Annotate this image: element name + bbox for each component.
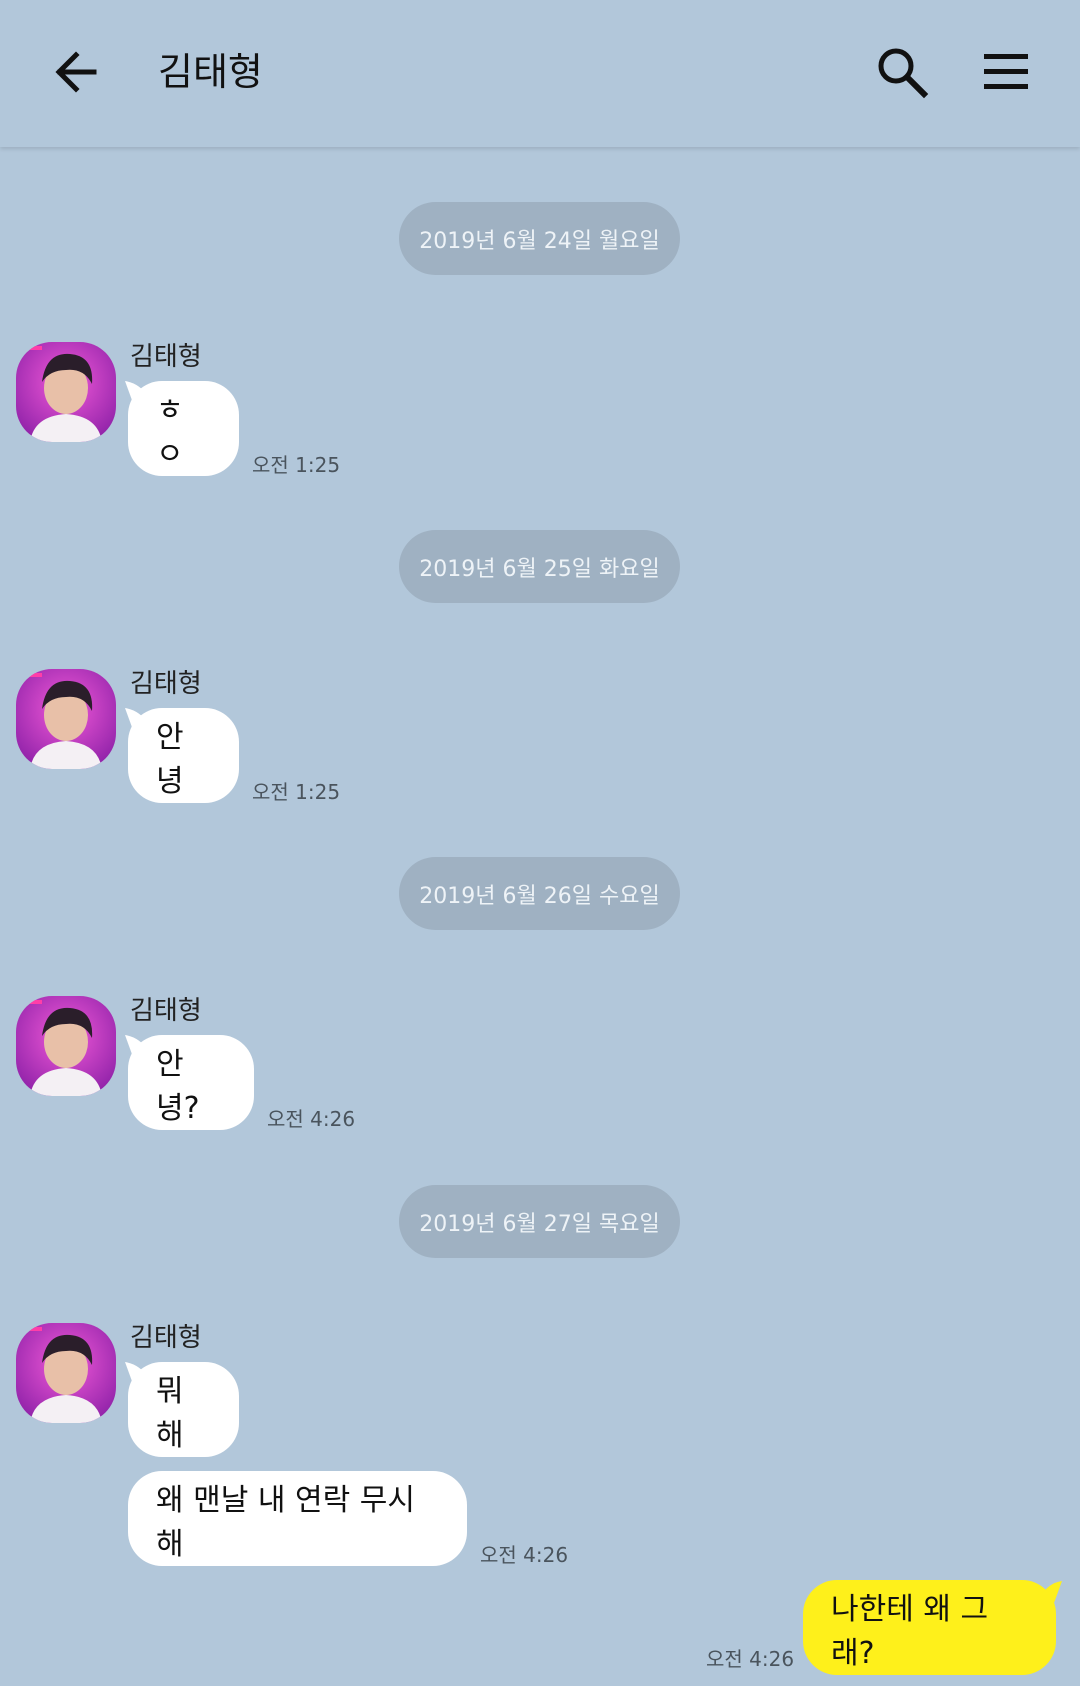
sender-name: 김태형: [130, 669, 202, 699]
message-time: 오전 1:25: [252, 453, 341, 477]
message-bubble[interactable]: 안녕: [128, 708, 239, 803]
avatar[interactable]: [16, 342, 116, 442]
outgoing-message-bubble[interactable]: 나한테 왜 그래?: [803, 1580, 1056, 1675]
hamburger-menu-icon: [984, 54, 1028, 89]
message-bubble[interactable]: 안녕?: [128, 1035, 254, 1130]
date-divider: 2019년 6월 25일 화요일: [399, 530, 680, 603]
message-bubble[interactable]: 왜 맨날 내 연락 무시해: [128, 1471, 467, 1566]
sender-name: 김태형: [130, 996, 202, 1026]
date-divider: 2019년 6월 26일 수요일: [399, 857, 680, 930]
avatar[interactable]: [16, 996, 116, 1096]
message-time: 오전 4:26: [706, 1647, 795, 1671]
message-bubble[interactable]: 뭐해: [128, 1362, 239, 1457]
date-divider: 2019년 6월 24일 월요일: [399, 202, 680, 275]
arrow-left-icon: [55, 51, 97, 93]
chat-area[interactable]: 2019년 6월 24일 월요일 김태형 ㅎㅇ 오전 1:25 2019년 6월…: [0, 147, 1080, 1686]
message-time: 오전 1:25: [252, 780, 341, 804]
back-button[interactable]: [48, 44, 104, 100]
app-bar: 김태형: [0, 0, 1080, 147]
date-divider: 2019년 6월 27일 목요일: [399, 1185, 680, 1258]
sender-name: 김태형: [130, 1323, 202, 1353]
avatar[interactable]: [16, 669, 116, 769]
message-bubble[interactable]: ㅎㅇ: [128, 381, 239, 476]
search-icon: [878, 48, 929, 99]
avatar[interactable]: [16, 1323, 116, 1423]
chat-title: 김태형: [158, 50, 263, 94]
menu-button[interactable]: [980, 48, 1032, 96]
message-time: 오전 4:26: [480, 1543, 569, 1567]
search-button[interactable]: [874, 44, 930, 100]
message-time: 오전 4:26: [267, 1107, 356, 1131]
bubble-tail: [1040, 1581, 1062, 1603]
sender-name: 김태형: [130, 342, 202, 372]
